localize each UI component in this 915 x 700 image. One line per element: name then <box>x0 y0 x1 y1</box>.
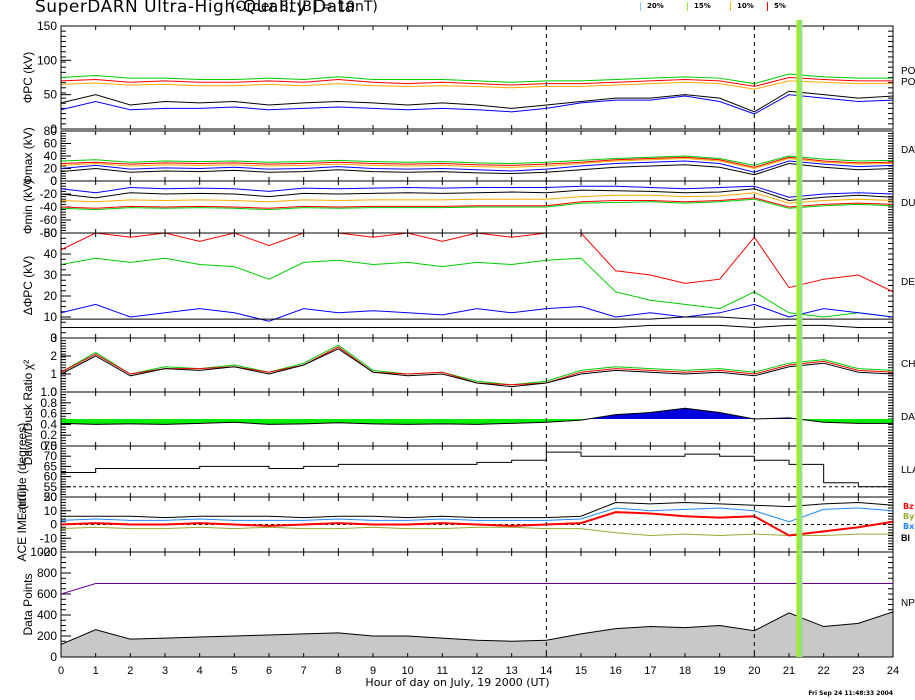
series-np <box>61 583 893 595</box>
y-tick-label: 50 <box>44 88 58 102</box>
y-axis-label: Φmax (kV) <box>21 127 35 185</box>
y-tick-label: 30 <box>44 268 58 282</box>
y-tick-label: 10 <box>44 310 58 324</box>
timestamp: Fri Sep 24 11:48:33 2004 <box>808 690 893 697</box>
panel-0: 050100150ΦPC (kV) <box>21 19 894 136</box>
y-tick-label: -40 <box>40 200 58 214</box>
right-label-panel-5: DAY <box>901 412 915 423</box>
panel-frame <box>60 232 894 339</box>
y-tick-label: 10 <box>44 504 58 518</box>
right-label-panel-7: Bl <box>901 533 910 543</box>
series-label-By: By <box>903 512 915 521</box>
right-label-panel-2: DU <box>901 198 915 209</box>
area-data-points <box>61 611 893 657</box>
series-red <box>61 346 893 386</box>
panel-frame <box>60 130 894 182</box>
y-axis-label: χ² <box>21 360 35 370</box>
y-tick-label: 1.0 <box>40 385 57 399</box>
y-axis-label: ΦPC (kV) <box>21 52 35 104</box>
series-green <box>61 155 893 166</box>
right-label-panel-3: DE <box>901 277 915 288</box>
series-Bx <box>61 507 893 523</box>
y-tick-label: 80 <box>44 124 58 138</box>
series-label-Bx: Bx <box>903 522 915 531</box>
y-tick-label: 1000 <box>30 545 57 559</box>
series-black-low <box>61 324 893 329</box>
y-tick-label: 800 <box>37 566 57 580</box>
highlight-band <box>796 20 803 657</box>
y-tick-label: -60 <box>40 213 58 227</box>
y-tick-label: 40 <box>44 149 58 163</box>
series-blue <box>61 185 893 198</box>
y-tick-label: 100 <box>37 53 57 67</box>
multi-panel-chart: 050100150ΦPC (kV)020406080Φmax (kV)-80-6… <box>15 19 915 677</box>
panel-8: 0 200 400 600 800 1000 Data Points <box>21 545 894 664</box>
y-tick-label: 2 <box>50 349 57 363</box>
y-tick-label: 3 <box>50 331 57 345</box>
y-tick-label: -10 <box>40 531 58 545</box>
panel-2: -80-60-40-200Φmin (kV) <box>21 174 894 240</box>
panel-frame <box>60 337 894 393</box>
y-tick-label: 150 <box>37 19 57 33</box>
series-By <box>61 526 893 537</box>
y-tick-label: 600 <box>37 587 57 601</box>
y-tick-label: 200 <box>37 629 57 643</box>
y-tick-label: 0 <box>50 518 57 532</box>
series-red <box>61 156 893 168</box>
right-label-panel-8: NP <box>901 598 915 609</box>
series-blue <box>61 94 893 115</box>
y-tick-label: 20 <box>44 289 58 303</box>
right-label-panel-0: PO PO <box>901 66 915 88</box>
series-label-Bz: Bz <box>903 502 914 511</box>
series-black <box>61 316 893 320</box>
y-tick-label: 40 <box>44 247 58 261</box>
panel-frame <box>60 445 894 498</box>
y-axis-label: ΔΦPC (kV) <box>21 256 35 316</box>
y-tick-label: 20 <box>44 490 58 504</box>
y-axis-label: Φmin (kV) <box>21 180 35 234</box>
panel-4: 0123χ² <box>21 331 894 399</box>
y-tick-label: 60 <box>44 137 58 151</box>
series-latitude <box>61 451 893 488</box>
y-tick-label: 400 <box>37 608 57 622</box>
series-green <box>61 344 893 386</box>
panel-3: 01020304050ΔΦPC (kV) <box>21 226 894 345</box>
y-tick-label: 0 <box>50 174 57 188</box>
y-tick-label: -20 <box>40 187 58 201</box>
x-axis-label: Hour of day on July, 19 2000 (UT) <box>365 676 550 689</box>
y-tick-label: 0 <box>50 650 57 664</box>
right-label-panel-4: CH <box>901 359 915 370</box>
panel-frame <box>60 25 894 130</box>
panel-5: 0.00.20.40.60.81.0Dawn/Dusk Ratio <box>21 372 894 465</box>
right-label-panel-1: DAY <box>901 145 915 156</box>
right-label-panel-6: LLA <box>901 465 915 476</box>
y-axis-label: Data Points <box>21 573 35 635</box>
panel-1: 020406080Φmax (kV) <box>21 124 894 188</box>
y-tick-label: 75 <box>44 439 58 453</box>
panel-7: -20-1001020ACE IMF (nT) BzByBx <box>15 487 915 561</box>
ratio-fill-below <box>61 419 893 425</box>
series-green <box>61 198 893 211</box>
y-axis-label: ACE IMF (nT) <box>15 487 29 561</box>
y-tick-label: 50 <box>44 226 58 240</box>
y-tick-label: 1 <box>50 367 57 381</box>
